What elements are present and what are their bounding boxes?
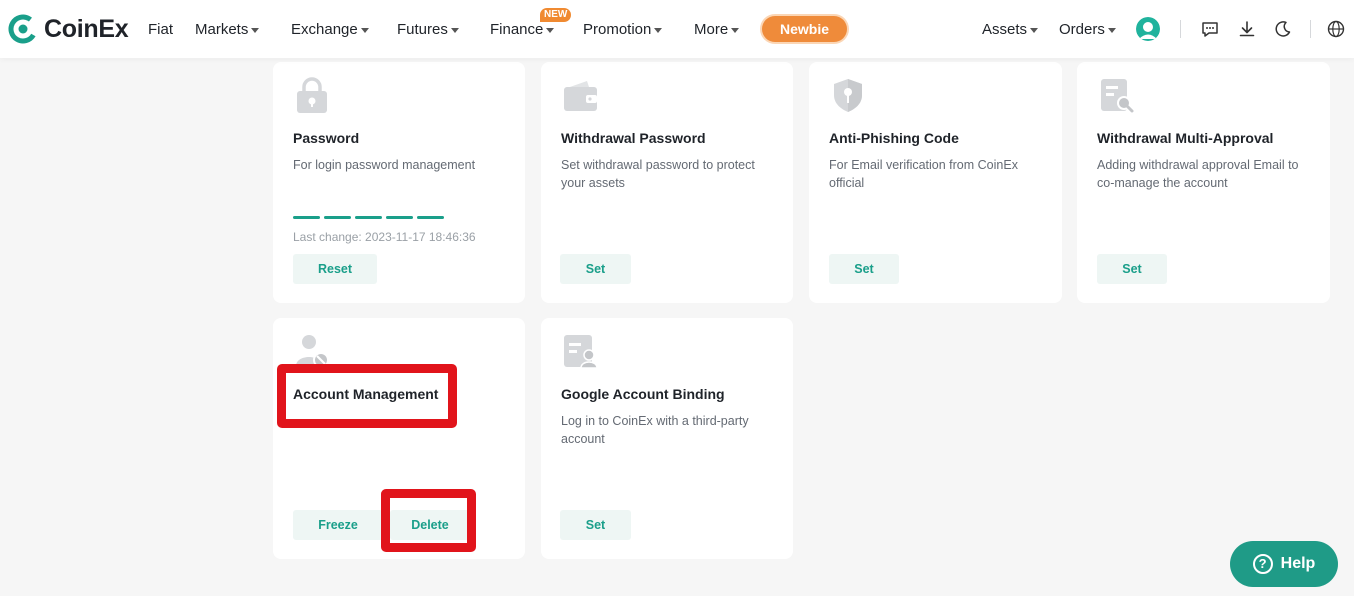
- chevron-down-icon: [251, 27, 260, 33]
- brand-name: CoinEx: [44, 14, 129, 43]
- withdrawal-password-card: Withdrawal Password Set withdrawal passw…: [541, 62, 793, 303]
- coinex-logo-icon: [8, 14, 38, 44]
- avatar-icon[interactable]: [1136, 17, 1160, 41]
- card-title: Withdrawal Password: [561, 130, 706, 146]
- card-title: Google Account Binding: [561, 386, 725, 402]
- chevron-down-icon: [360, 27, 369, 33]
- lock-icon: [293, 76, 331, 114]
- nav-finance-label: Finance: [490, 21, 544, 38]
- anti-phishing-card: Anti-Phishing Code For Email verificatio…: [809, 62, 1062, 303]
- wallet-icon: [561, 76, 599, 114]
- reset-password-button[interactable]: Reset: [293, 254, 377, 284]
- newbie-button[interactable]: Newbie: [762, 16, 847, 42]
- help-label: Help: [1280, 555, 1316, 572]
- delete-account-button[interactable]: Delete: [390, 510, 470, 540]
- document-search-icon: [1097, 76, 1135, 114]
- chevron-down-icon: [546, 27, 555, 33]
- last-change-timestamp: Last change: 2023-11-17 18:46:36: [293, 230, 476, 244]
- nav-assets-label: Assets: [982, 21, 1028, 38]
- nav-divider: [1310, 20, 1311, 38]
- set-multi-approval-button[interactable]: Set: [1097, 254, 1167, 284]
- id-card-user-icon: [561, 332, 599, 370]
- nav-orders[interactable]: Orders: [1059, 19, 1116, 41]
- chat-icon[interactable]: [1200, 19, 1220, 39]
- chevron-down-icon: [654, 27, 663, 33]
- nav-exchange[interactable]: Exchange: [291, 19, 369, 41]
- card-title: Anti-Phishing Code: [829, 130, 959, 146]
- nav-divider: [1180, 20, 1181, 38]
- set-anti-phishing-button[interactable]: Set: [829, 254, 899, 284]
- google-binding-card: Google Account Binding Log in to CoinEx …: [541, 318, 793, 559]
- card-description: Set withdrawal password to protect your …: [561, 158, 755, 190]
- new-badge: NEW: [540, 8, 572, 22]
- nav-assets[interactable]: Assets: [982, 19, 1039, 41]
- nav-markets-label: Markets: [195, 21, 249, 38]
- top-navbar: CoinEx Fiat Markets Exchange Futures Fin…: [0, 0, 1354, 58]
- card-description: Log in to CoinEx with a third-party acco…: [561, 414, 749, 446]
- nav-promotion[interactable]: Promotion: [583, 19, 663, 41]
- card-title: Withdrawal Multi-Approval: [1097, 130, 1274, 146]
- question-icon: ?: [1252, 554, 1273, 574]
- strength-segment: [417, 216, 444, 219]
- set-google-binding-button[interactable]: Set: [560, 510, 631, 540]
- password-card: Password For login password management L…: [273, 62, 525, 303]
- nav-fiat[interactable]: Fiat: [148, 19, 173, 41]
- nav-finance[interactable]: Finance: [490, 19, 555, 41]
- nav-fiat-label: Fiat: [148, 21, 174, 38]
- shield-key-icon: [829, 76, 867, 114]
- strength-segment: [293, 216, 320, 219]
- coinex-logo[interactable]: CoinEx: [8, 14, 129, 44]
- password-strength-bar: [293, 216, 444, 219]
- freeze-account-button[interactable]: Freeze: [293, 510, 383, 540]
- card-title: Account Management: [293, 386, 439, 402]
- account-management-card: Account Management Freeze Delete: [273, 318, 525, 559]
- card-description: For login password management: [293, 158, 476, 172]
- download-icon[interactable]: [1237, 19, 1257, 39]
- nav-markets[interactable]: Markets: [195, 19, 260, 41]
- nav-futures-label: Futures: [397, 21, 448, 38]
- nav-more[interactable]: More: [694, 19, 740, 41]
- chevron-down-icon: [731, 27, 740, 33]
- chevron-down-icon: [1107, 27, 1116, 33]
- nav-futures[interactable]: Futures: [397, 19, 459, 41]
- chevron-down-icon: [1030, 27, 1039, 33]
- help-button[interactable]: ? Help: [1230, 541, 1338, 587]
- nav-more-label: More: [694, 21, 729, 38]
- withdrawal-multi-approval-card: Withdrawal Multi-Approval Adding withdra…: [1077, 62, 1330, 303]
- nav-orders-label: Orders: [1059, 21, 1105, 38]
- chevron-down-icon: [450, 27, 459, 33]
- strength-segment: [355, 216, 382, 219]
- globe-icon[interactable]: [1326, 19, 1346, 39]
- user-block-icon: [293, 332, 331, 370]
- strength-segment: [324, 216, 351, 219]
- card-description: For Email verification from CoinEx offic…: [829, 158, 1018, 190]
- moon-icon[interactable]: [1273, 19, 1293, 39]
- card-description: Adding withdrawal approval Email to co-m…: [1097, 158, 1299, 190]
- nav-promotion-label: Promotion: [583, 21, 652, 38]
- set-withdrawal-password-button[interactable]: Set: [560, 254, 631, 284]
- strength-segment: [386, 216, 413, 219]
- nav-exchange-label: Exchange: [291, 21, 358, 38]
- card-title: Password: [293, 130, 360, 146]
